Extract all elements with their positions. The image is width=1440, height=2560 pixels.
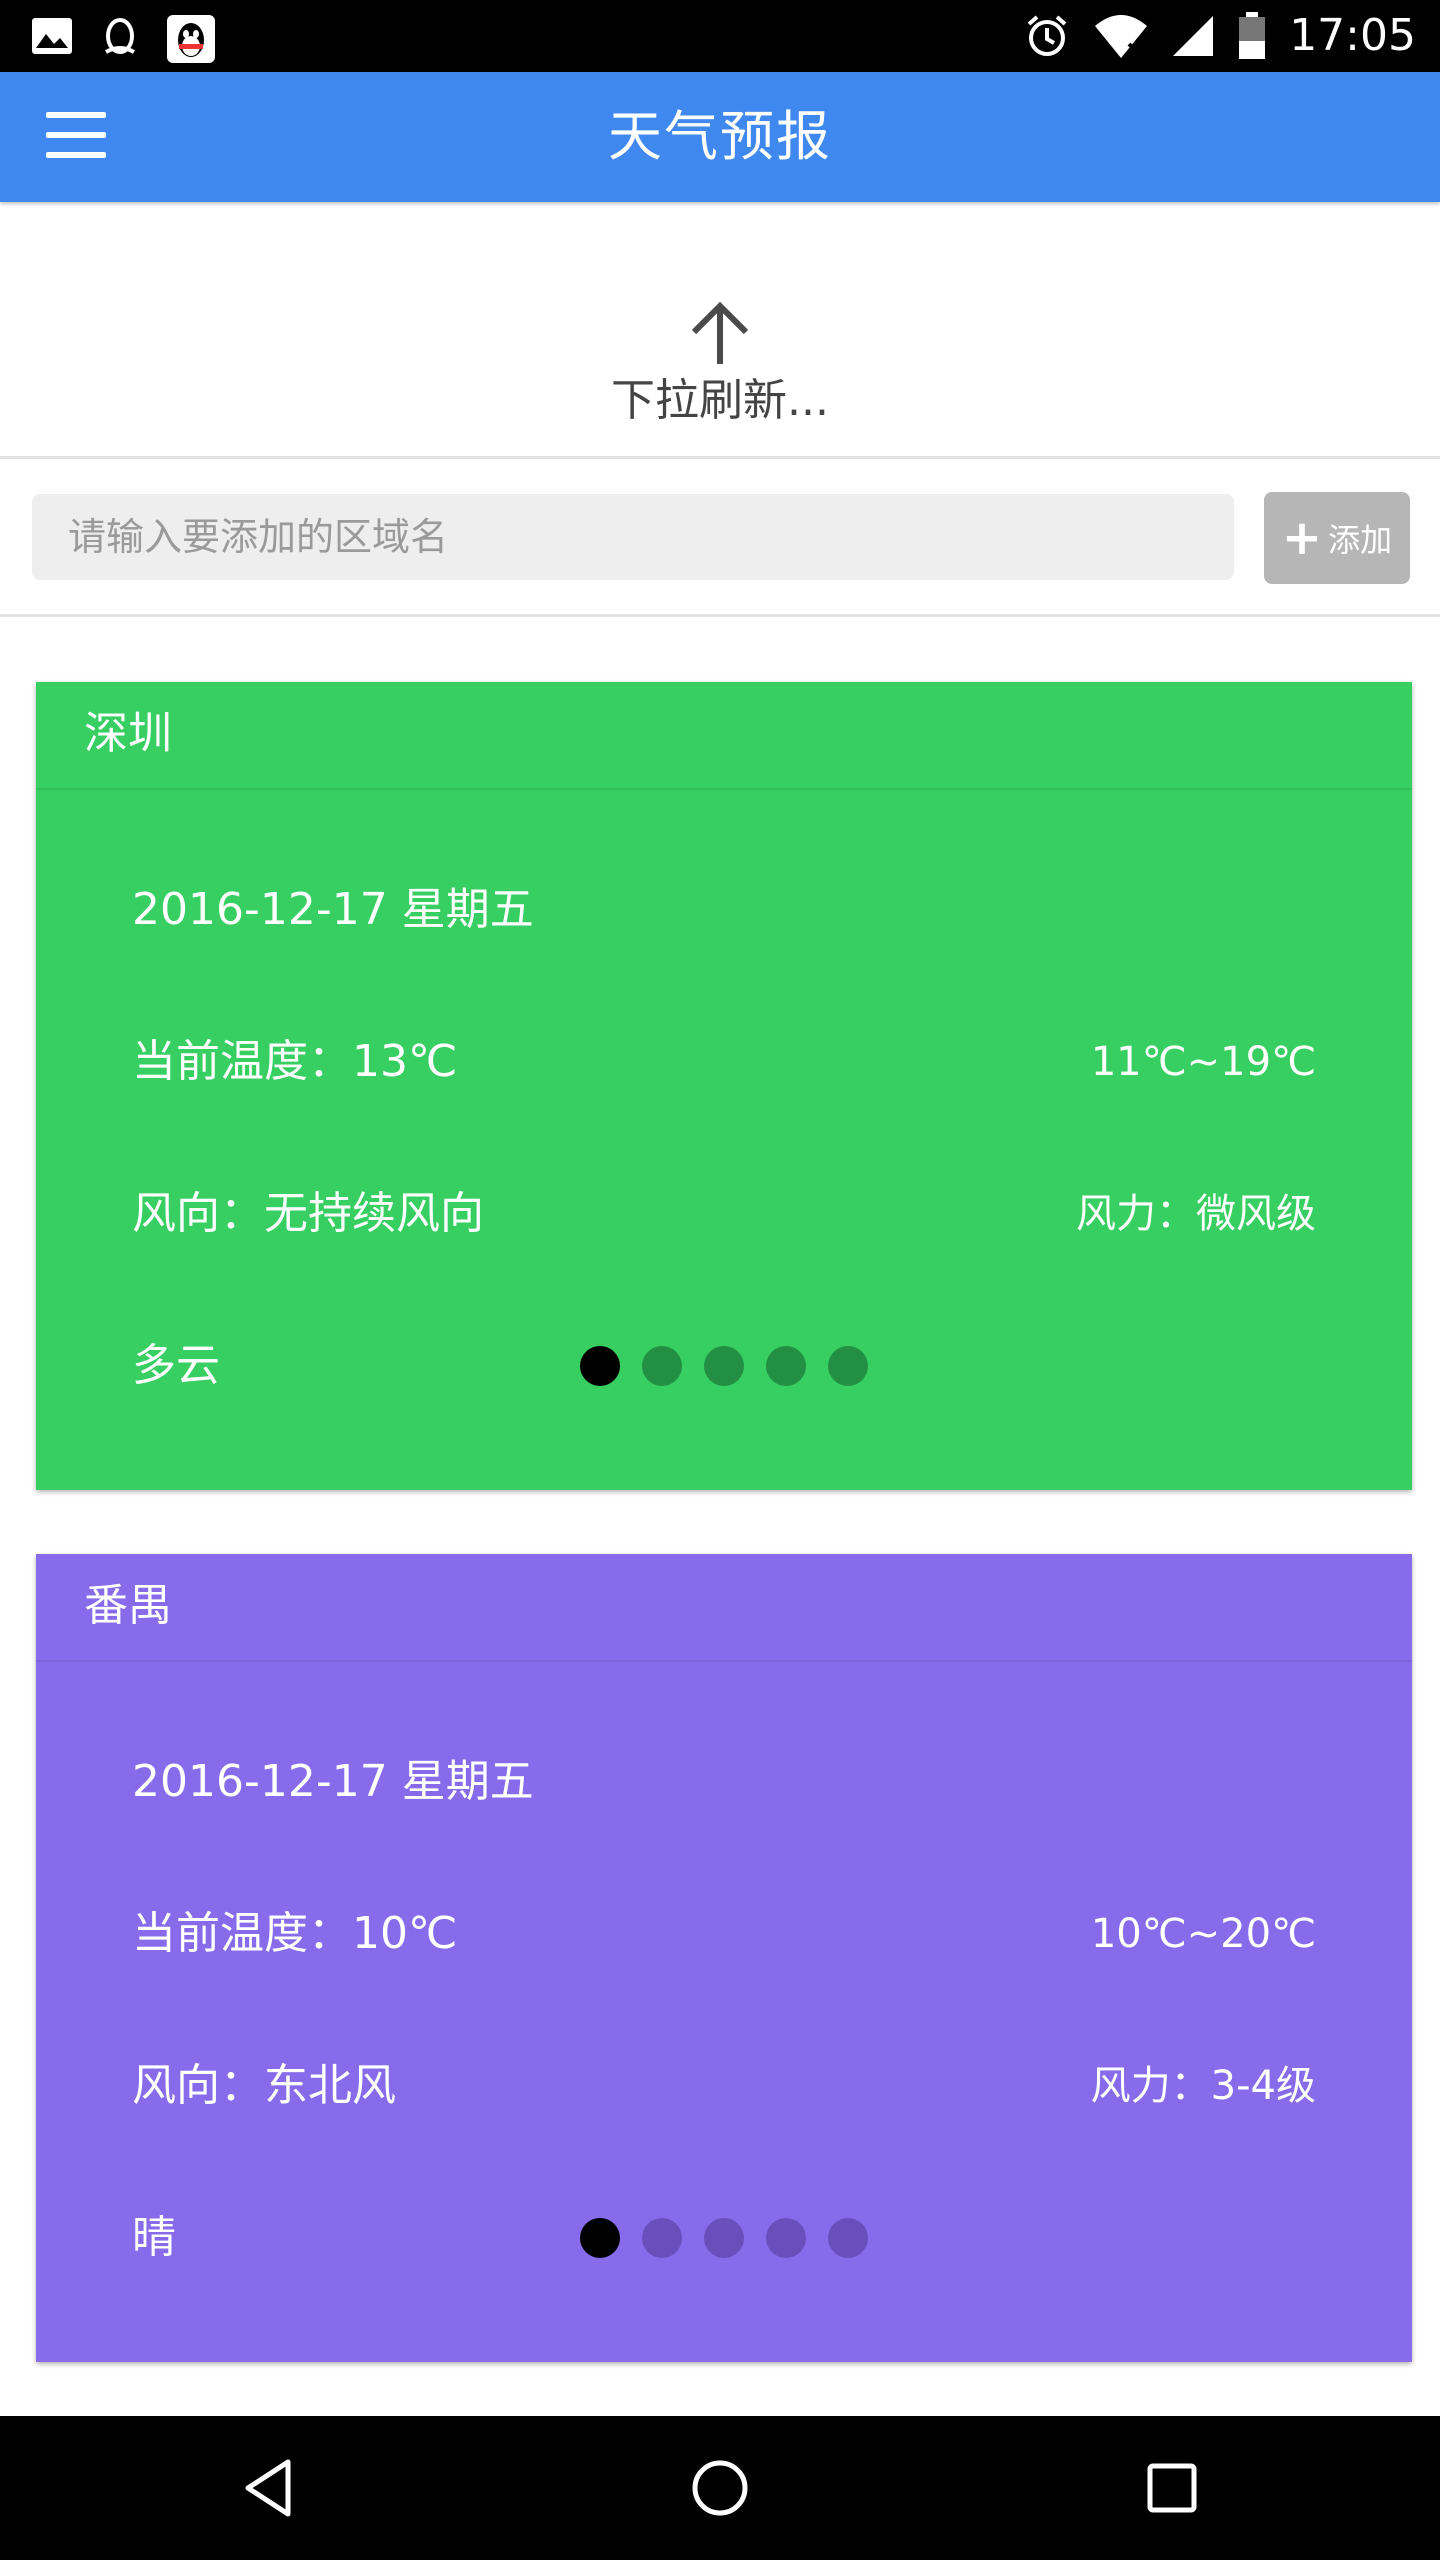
weather-condition: 晴 [132, 2212, 176, 2263]
weather-card[interactable]: 番禺 2016-12-17 星期五 当前温度：10℃ 10℃~20℃ 风向：东北… [36, 1554, 1412, 2362]
clock: 17:05 [1289, 10, 1416, 61]
pager-dot[interactable] [642, 1346, 682, 1386]
forecast-pager[interactable] [580, 1346, 868, 1386]
system-status: 17:05 [1023, 8, 1416, 64]
weather-condition: 多云 [132, 1340, 220, 1391]
divider [0, 456, 1440, 459]
navigation-bar [0, 2416, 1440, 2560]
plus-icon: + [1281, 510, 1323, 566]
current-temperature: 当前温度：13℃ [132, 1036, 458, 1087]
area-name-input[interactable] [32, 494, 1234, 580]
pager-dot[interactable] [704, 1346, 744, 1386]
pager-dot[interactable] [642, 2218, 682, 2258]
back-icon[interactable] [234, 2452, 306, 2524]
card-date: 2016-12-17 星期五 [132, 884, 534, 935]
current-temperature: 当前温度：10℃ [132, 1908, 458, 1959]
recents-icon[interactable] [1136, 2452, 1208, 2524]
temperature-range: 10℃~20℃ [1090, 1911, 1316, 1957]
arrow-up-icon [691, 301, 749, 364]
pager-dot[interactable] [766, 1346, 806, 1386]
pager-dot[interactable] [580, 2218, 620, 2258]
qq-notification-icon [105, 18, 135, 54]
temperature-range: 11℃~19℃ [1090, 1039, 1316, 1085]
weather-card[interactable]: 深圳 2016-12-17 星期五 当前温度：13℃ 11℃~19℃ 风向：无持… [36, 682, 1412, 1490]
wind-force: 风力：3-4级 [1090, 2063, 1316, 2109]
pager-dot[interactable] [766, 2218, 806, 2258]
pager-dot[interactable] [828, 2218, 868, 2258]
forecast-pager[interactable] [580, 2218, 868, 2258]
app-bar: 天气预报 [0, 72, 1440, 202]
divider [0, 614, 1440, 617]
wifi-icon [1095, 15, 1148, 58]
wind-force: 风力：微风级 [1076, 1191, 1316, 1237]
card-header: 深圳 [36, 682, 1412, 790]
wind-direction: 风向：无持续风向 [132, 1188, 484, 1239]
image-notification-icon [32, 18, 72, 54]
status-bar: 17:05 [0, 0, 1440, 72]
home-icon[interactable] [684, 2452, 756, 2524]
qq-app-notification-icon [167, 15, 215, 63]
pull-refresh-text: 下拉刷新... [611, 375, 829, 426]
battery-icon [1239, 12, 1266, 59]
pager-dot[interactable] [828, 1346, 868, 1386]
card-date: 2016-12-17 星期五 [132, 1756, 534, 1807]
alarm-icon [1027, 15, 1067, 56]
card-city: 深圳 [84, 708, 172, 759]
signal-icon [1173, 16, 1214, 56]
card-city: 番禺 [84, 1580, 172, 1631]
wind-direction: 风向：东北风 [132, 2060, 396, 2111]
app-title: 天气预报 [608, 105, 832, 168]
notification-icons [30, 14, 216, 64]
pager-dot[interactable] [704, 2218, 744, 2258]
card-header: 番禺 [36, 1554, 1412, 1662]
pager-dot[interactable] [580, 1346, 620, 1386]
add-button[interactable]: + 添加 [1264, 492, 1410, 584]
add-button-label: 添加 [1328, 521, 1393, 559]
